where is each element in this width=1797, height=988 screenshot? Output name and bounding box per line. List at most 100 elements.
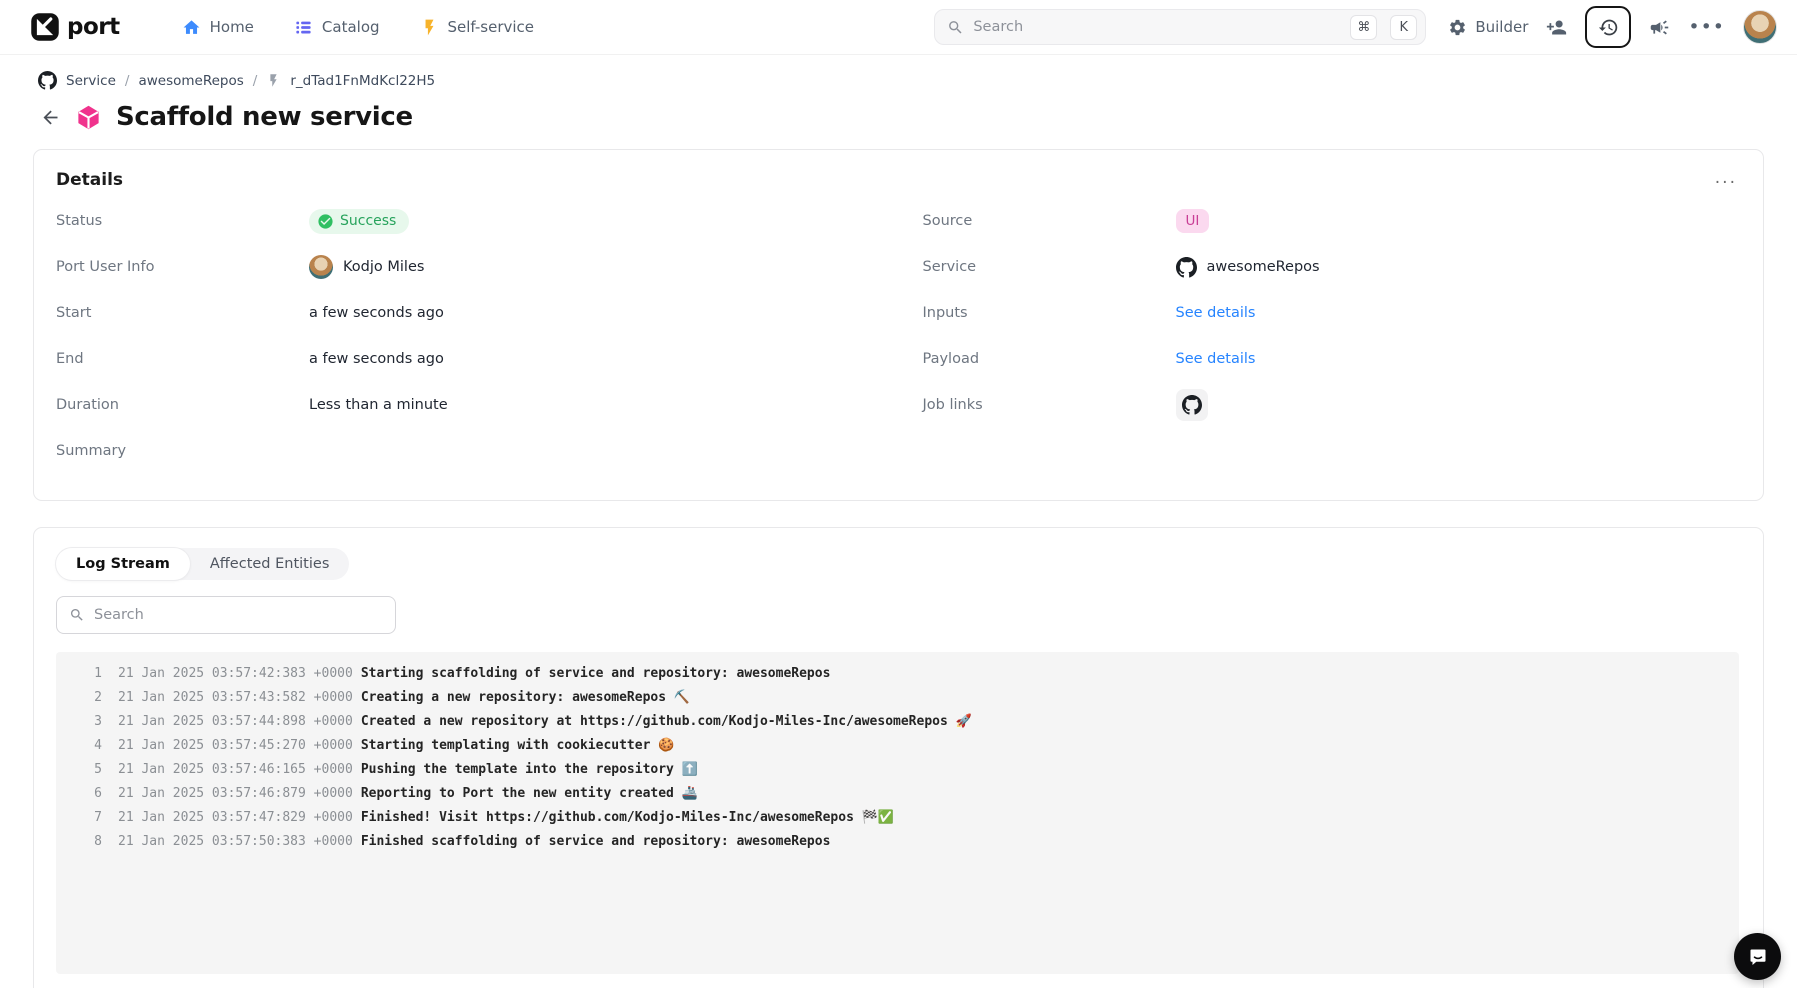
log-timestamp: 21 Jan 2025 03:57:46:879 +0000 xyxy=(118,782,353,806)
port-logo[interactable]: port xyxy=(30,12,120,42)
page-title: Scaffold new service xyxy=(116,102,413,132)
title-row: Scaffold new service xyxy=(0,90,1797,132)
log-line-number: 6 xyxy=(56,782,102,806)
log-row: 221 Jan 2025 03:57:43:582 +0000Creating … xyxy=(56,686,1739,710)
builder-button[interactable]: Builder xyxy=(1448,18,1528,37)
end-value: a few seconds ago xyxy=(309,351,444,367)
cube-icon xyxy=(75,104,102,131)
github-icon xyxy=(38,71,57,90)
nav-item-home[interactable]: Home xyxy=(182,18,254,37)
log-row: 621 Jan 2025 03:57:46:879 +0000Reporting… xyxy=(56,782,1739,806)
detail-row-source: Source UI xyxy=(923,198,1740,244)
arrow-left-icon xyxy=(40,107,61,128)
log-message: Pushing the template into the repository… xyxy=(361,758,698,782)
detail-label: Source xyxy=(923,213,1176,229)
details-menu-button[interactable]: ... xyxy=(1715,168,1737,188)
port-logo-icon xyxy=(30,12,60,42)
details-left-column: Status Success Port User Info Kodjo Mile… xyxy=(56,198,873,474)
nav-item-label: Catalog xyxy=(322,18,380,36)
log-line-number: 2 xyxy=(56,686,102,710)
log-row: 721 Jan 2025 03:57:47:829 +0000Finished!… xyxy=(56,806,1739,830)
detail-label: Duration xyxy=(56,397,309,413)
log-row: 121 Jan 2025 03:57:42:383 +0000Starting … xyxy=(56,662,1739,686)
invite-user-button[interactable] xyxy=(1546,17,1567,38)
detail-row-status: Status Success xyxy=(56,198,873,244)
breadcrumb-run-id[interactable]: r_dTad1FnMdKcl22H5 xyxy=(290,73,435,89)
breadcrumb-awesome-repos[interactable]: awesomeRepos xyxy=(138,73,243,89)
search-icon xyxy=(69,607,85,623)
log-message: Creating a new repository: awesomeRepos … xyxy=(361,686,690,710)
nav-item-label: Self-service xyxy=(448,18,535,36)
tab-affected-entities[interactable]: Affected Entities xyxy=(190,548,349,580)
detail-row-payload: Payload See details xyxy=(923,336,1740,382)
builder-label: Builder xyxy=(1475,18,1528,36)
detail-row-summary: Summary xyxy=(56,428,873,474)
detail-row-job-links: Job links xyxy=(923,382,1740,428)
nav-item-catalog[interactable]: Catalog xyxy=(294,18,380,37)
breadcrumb-separator: / xyxy=(253,73,258,89)
chat-launcher-button[interactable] xyxy=(1734,933,1781,980)
details-right-column: Source UI Service awesomeRepos Inputs Se… xyxy=(923,198,1740,474)
status-text: Success xyxy=(340,213,396,229)
back-button[interactable] xyxy=(40,107,61,128)
log-timestamp: 21 Jan 2025 03:57:46:165 +0000 xyxy=(118,758,353,782)
service-name[interactable]: awesomeRepos xyxy=(1207,259,1320,275)
log-line-number: 3 xyxy=(56,710,102,734)
start-value: a few seconds ago xyxy=(309,305,444,321)
user-avatar[interactable] xyxy=(1743,10,1777,44)
more-options-button[interactable]: ••• xyxy=(1688,16,1725,38)
detail-label: Port User Info xyxy=(56,259,309,275)
log-rows: 121 Jan 2025 03:57:42:383 +0000Starting … xyxy=(56,662,1739,854)
user-mini-avatar xyxy=(309,255,333,279)
log-panel[interactable]: 121 Jan 2025 03:57:42:383 +0000Starting … xyxy=(56,652,1739,974)
job-link-github-button[interactable] xyxy=(1176,389,1208,421)
detail-row-port-user: Port User Info Kodjo Miles xyxy=(56,244,873,290)
breadcrumb-service[interactable]: Service xyxy=(66,73,116,89)
details-grid: Status Success Port User Info Kodjo Mile… xyxy=(56,198,1739,474)
log-card: Log Stream Affected Entities 121 Jan 202… xyxy=(33,527,1764,988)
log-message: Finished scaffolding of service and repo… xyxy=(361,830,831,854)
detail-label: Payload xyxy=(923,351,1176,367)
cmd-key-badge: ⌘ xyxy=(1350,15,1377,40)
person-add-icon xyxy=(1546,17,1567,38)
list-icon xyxy=(294,18,313,37)
log-message: Starting scaffolding of service and repo… xyxy=(361,662,831,686)
log-tabs: Log Stream Affected Entities xyxy=(56,548,349,580)
detail-row-start: Start a few seconds ago xyxy=(56,290,873,336)
bolt-icon xyxy=(420,18,439,37)
detail-label: Start xyxy=(56,305,309,321)
detail-row-service: Service awesomeRepos xyxy=(923,244,1740,290)
log-line-number: 5 xyxy=(56,758,102,782)
gear-icon xyxy=(1448,18,1467,37)
inputs-see-details-link[interactable]: See details xyxy=(1176,305,1256,321)
chat-bubble-icon xyxy=(1746,945,1770,969)
payload-see-details-link[interactable]: See details xyxy=(1176,351,1256,367)
log-search[interactable] xyxy=(56,596,396,634)
log-line-number: 4 xyxy=(56,734,102,758)
detail-label: Job links xyxy=(923,397,1176,413)
detail-label: Service xyxy=(923,259,1176,275)
log-message: Starting templating with cookiecutter 🍪 xyxy=(361,734,675,758)
status-badge: Success xyxy=(309,209,409,234)
top-nav: port Home Catalog Self-service ⌘ K xyxy=(0,0,1797,55)
announcements-button[interactable] xyxy=(1649,17,1670,38)
megaphone-icon xyxy=(1649,17,1670,38)
k-key-badge: K xyxy=(1390,15,1417,40)
log-timestamp: 21 Jan 2025 03:57:47:829 +0000 xyxy=(118,806,353,830)
search-input[interactable] xyxy=(973,19,1337,35)
home-icon xyxy=(182,18,201,37)
nav-item-self-service[interactable]: Self-service xyxy=(420,18,535,37)
github-icon xyxy=(1182,395,1202,415)
detail-label: End xyxy=(56,351,309,367)
log-line-number: 7 xyxy=(56,806,102,830)
log-row: 5 21 Jan 2025 03:57:46:165 +0000 Pushing t… xyxy=(56,758,1739,782)
global-search[interactable]: ⌘ K xyxy=(934,9,1426,45)
detail-row-duration: Duration Less than a minute xyxy=(56,382,873,428)
nav-right-cluster: Builder ••• xyxy=(1448,6,1777,48)
log-search-input[interactable] xyxy=(94,607,383,623)
tab-log-stream[interactable]: Log Stream xyxy=(56,548,190,580)
search-icon xyxy=(947,19,964,36)
log-timestamp: 21 Jan 2025 03:57:42:383 +0000 xyxy=(118,662,353,686)
duration-value: Less than a minute xyxy=(309,397,448,413)
audit-log-button[interactable] xyxy=(1585,6,1631,48)
